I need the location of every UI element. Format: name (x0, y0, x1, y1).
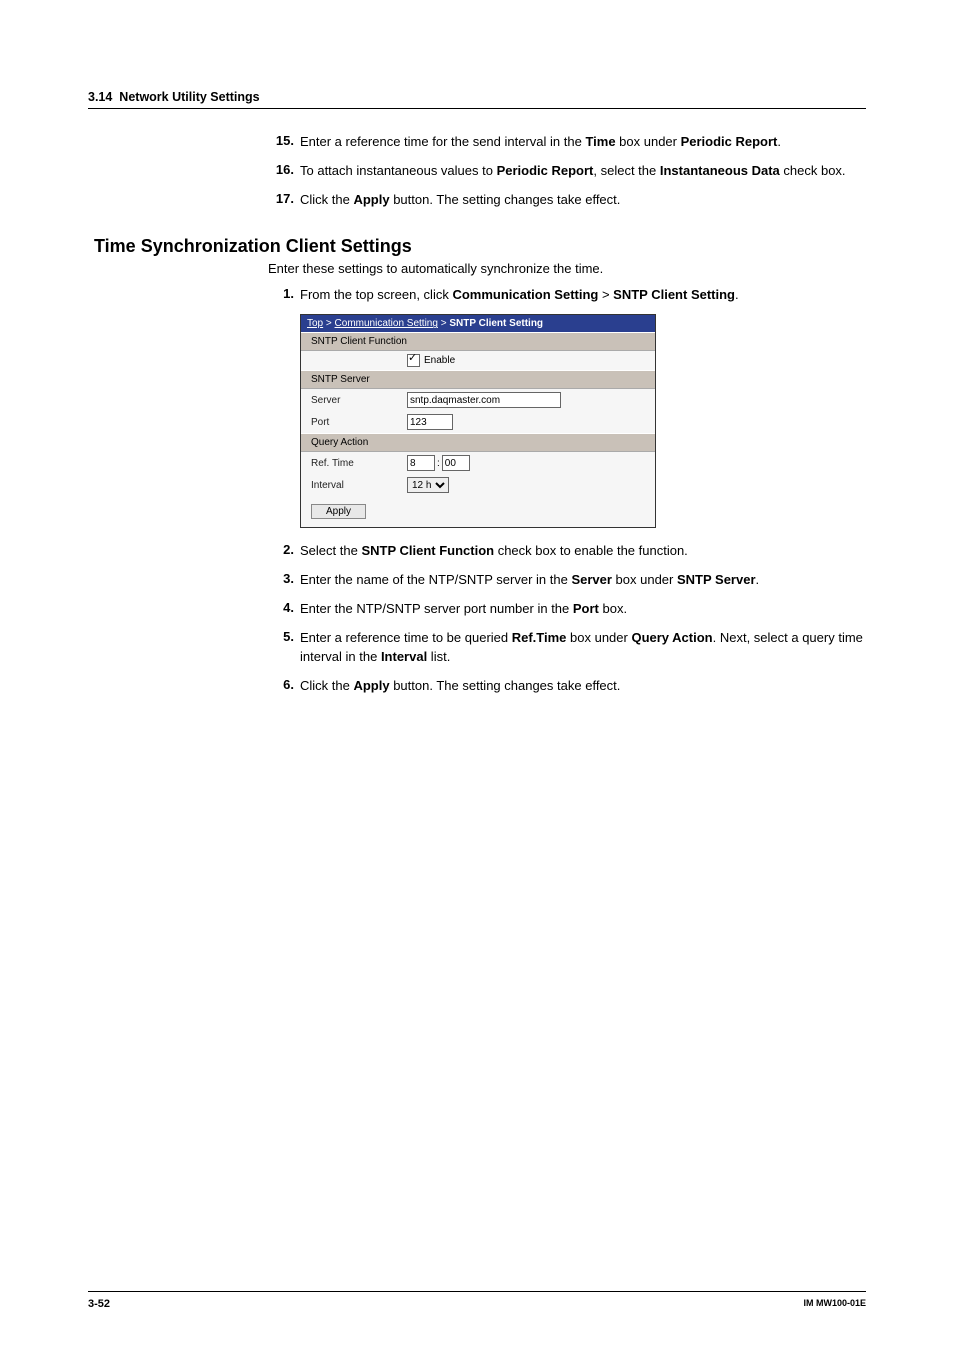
subsection-heading: Time Synchronization Client Settings (94, 236, 866, 257)
page-footer: 3-52 IM MW100-01E (88, 1291, 866, 1310)
server-row: Server (301, 389, 655, 411)
step-6: 6. Click the Apply button. The setting c… (268, 677, 866, 696)
group-header-query: Query Action (301, 433, 655, 452)
section-number: 3.14 (88, 90, 112, 104)
interval-label: Interval (311, 480, 407, 491)
step-number: 5. (268, 629, 294, 644)
step-number: 15. (268, 133, 294, 148)
group-header-server: SNTP Server (301, 370, 655, 389)
step-number: 6. (268, 677, 294, 692)
breadcrumb-leaf: SNTP Client Setting (449, 318, 543, 329)
step-text: Enter a reference time for the send inte… (300, 133, 866, 152)
breadcrumb-bar: Top > Communication Setting > SNTP Clien… (301, 315, 655, 332)
step-1: 1. From the top screen, click Communicat… (268, 286, 866, 305)
steps-continuation: 15. Enter a reference time for the send … (268, 133, 866, 210)
step-text: Enter the NTP/SNTP server port number in… (300, 600, 866, 619)
group-header-function: SNTP Client Function (301, 332, 655, 351)
reftime-hour-input[interactable] (407, 455, 435, 471)
step-number: 4. (268, 600, 294, 615)
port-input[interactable] (407, 414, 453, 430)
step-number: 3. (268, 571, 294, 586)
step-number: 2. (268, 542, 294, 557)
step-text: From the top screen, click Communication… (300, 286, 866, 305)
breadcrumb-top[interactable]: Top (307, 318, 323, 329)
server-label: Server (311, 395, 407, 406)
enable-label: Enable (424, 355, 455, 366)
doc-id: IM MW100-01E (803, 1298, 866, 1310)
step-15: 15. Enter a reference time for the send … (268, 133, 866, 152)
step-number: 16. (268, 162, 294, 177)
breadcrumb-mid[interactable]: Communication Setting (335, 318, 438, 329)
step-3: 3. Enter the name of the NTP/SNTP server… (268, 571, 866, 590)
step-number: 17. (268, 191, 294, 206)
sntp-settings-screenshot: Top > Communication Setting > SNTP Clien… (300, 314, 656, 528)
step-5: 5. Enter a reference time to be queried … (268, 629, 866, 667)
port-row: Port (301, 411, 655, 433)
step-text: Click the Apply button. The setting chan… (300, 191, 866, 210)
reftime-sep: : (437, 458, 440, 469)
step-text: Click the Apply button. The setting chan… (300, 677, 866, 696)
reftime-label: Ref. Time (311, 458, 407, 469)
step-text: Enter a reference time to be queried Ref… (300, 629, 866, 667)
step-number: 1. (268, 286, 294, 301)
interval-select[interactable]: 12 h (407, 477, 449, 493)
reftime-row: Ref. Time : (301, 452, 655, 474)
section-title: Network Utility Settings (119, 90, 259, 104)
port-label: Port (311, 417, 407, 428)
steps-sntp: 1. From the top screen, click Communicat… (268, 286, 866, 305)
step-2: 2. Select the SNTP Client Function check… (268, 542, 866, 561)
section-header: 3.14 Network Utility Settings (88, 90, 866, 109)
step-text: Enter the name of the NTP/SNTP server in… (300, 571, 866, 590)
enable-checkbox[interactable] (407, 354, 420, 367)
enable-row: Enable (301, 351, 655, 370)
server-input[interactable] (407, 392, 561, 408)
page-number: 3-52 (88, 1298, 110, 1310)
step-text: Select the SNTP Client Function check bo… (300, 542, 866, 561)
steps-sntp-cont: 2. Select the SNTP Client Function check… (268, 542, 866, 695)
reftime-min-input[interactable] (442, 455, 470, 471)
step-16: 16. To attach instantaneous values to Pe… (268, 162, 866, 181)
subsection-intro: Enter these settings to automatically sy… (268, 261, 866, 276)
step-text: To attach instantaneous values to Period… (300, 162, 866, 181)
apply-button[interactable]: Apply (311, 504, 366, 519)
step-17: 17. Click the Apply button. The setting … (268, 191, 866, 210)
step-4: 4. Enter the NTP/SNTP server port number… (268, 600, 866, 619)
interval-row: Interval 12 h (301, 474, 655, 496)
